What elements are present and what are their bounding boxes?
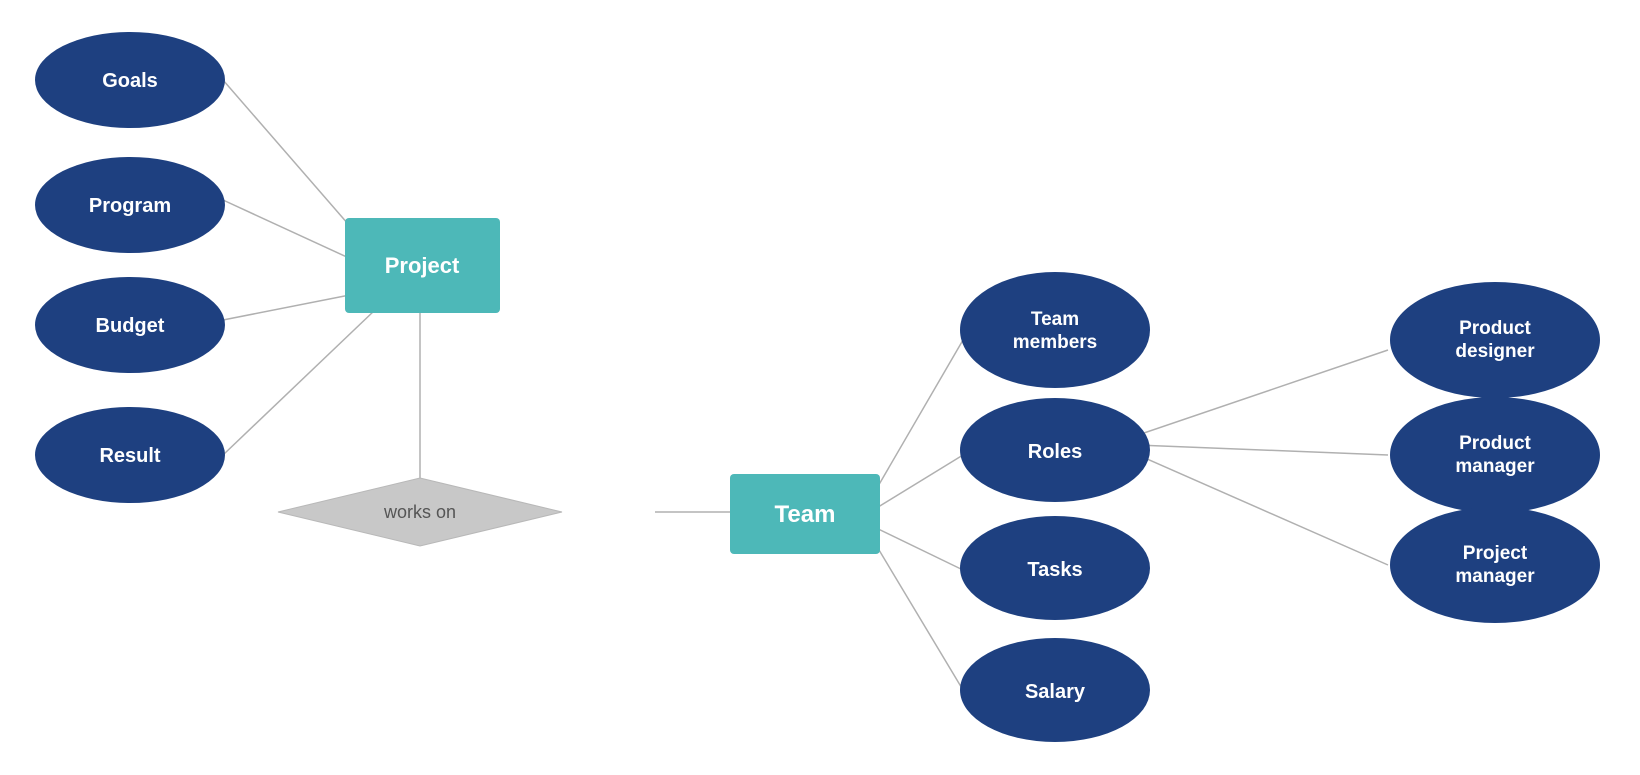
product-manager-label2: manager — [1455, 456, 1535, 477]
tasks-label: Tasks — [1027, 559, 1082, 581]
product-designer-label1: Product — [1459, 318, 1531, 339]
diagram-container: Goals Program Budget Result Project work… — [0, 0, 1640, 775]
project-label: Project — [385, 253, 460, 278]
goals-label: Goals — [102, 70, 158, 92]
team-members-label1: Team — [1031, 309, 1079, 330]
works-on-label: works on — [383, 502, 456, 522]
salary-label: Salary — [1025, 681, 1086, 703]
line-roles-pmanager — [1138, 445, 1388, 455]
diagram-svg: Goals Program Budget Result Project work… — [0, 0, 1640, 775]
team-members-label2: members — [1013, 332, 1098, 353]
line-team-roles — [870, 455, 963, 512]
project-manager-label1: Project — [1463, 543, 1528, 564]
line-team-salary — [870, 535, 963, 690]
project-manager-node[interactable] — [1390, 507, 1600, 623]
project-manager-label2: manager — [1455, 566, 1535, 587]
line-result-project — [223, 310, 375, 455]
result-label: Result — [99, 445, 160, 467]
line-team-members — [870, 340, 963, 500]
line-team-tasks — [870, 525, 963, 570]
program-label: Program — [89, 195, 171, 217]
product-manager-label1: Product — [1459, 433, 1531, 454]
product-designer-node[interactable] — [1390, 282, 1600, 398]
product-designer-label2: designer — [1455, 341, 1535, 362]
line-roles-designer — [1138, 350, 1388, 435]
line-roles-projmanager — [1138, 455, 1388, 565]
product-manager-node[interactable] — [1390, 397, 1600, 513]
team-label: Team — [775, 501, 836, 528]
team-members-node[interactable] — [960, 272, 1150, 388]
budget-label: Budget — [96, 315, 165, 337]
roles-label: Roles — [1028, 441, 1082, 463]
